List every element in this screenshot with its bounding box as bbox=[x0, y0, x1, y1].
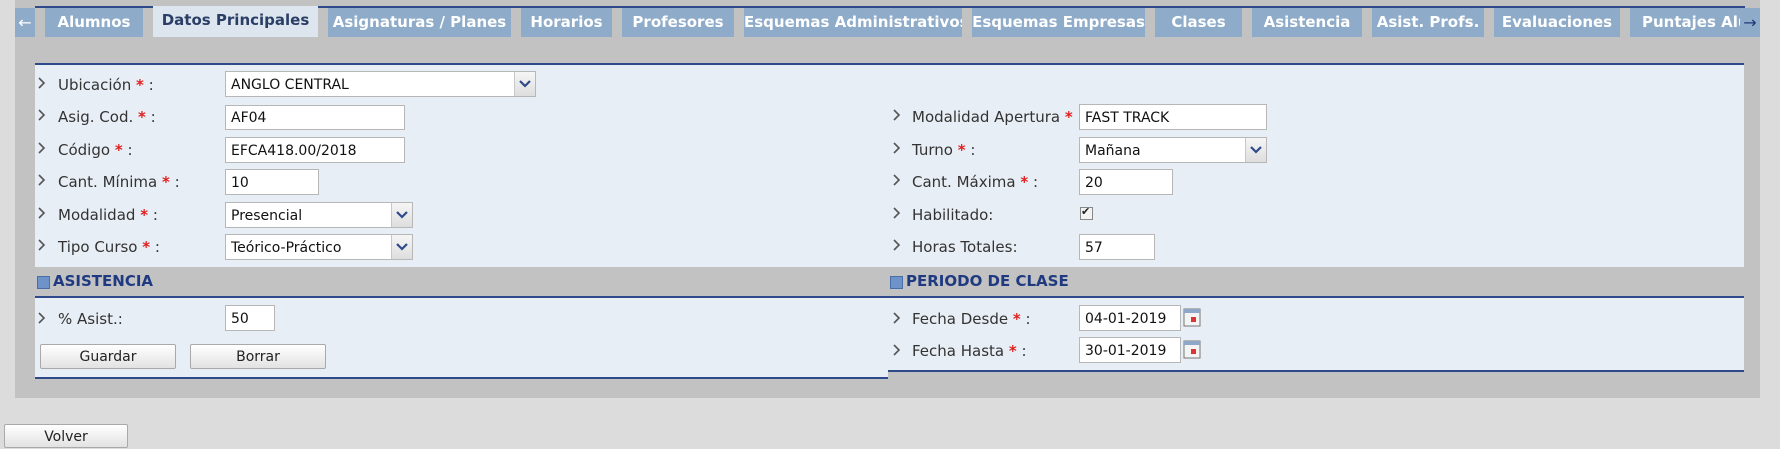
save-button[interactable]: Guardar bbox=[40, 344, 176, 369]
fecha-desde-label: Fecha Desde * : bbox=[912, 310, 1031, 328]
turno-select[interactable]: Mañana bbox=[1079, 137, 1267, 163]
tab-label: Profesores bbox=[632, 13, 724, 31]
pct-asist-input[interactable]: 50 bbox=[225, 305, 275, 331]
modalidad-select[interactable]: Presencial bbox=[225, 202, 413, 228]
delete-button[interactable]: Borrar bbox=[190, 344, 326, 369]
tab-esquemas-empresas[interactable]: Esquemas Empresas bbox=[972, 8, 1145, 37]
tipo-curso-select[interactable]: Teórico-Práctico bbox=[225, 234, 413, 260]
bullet-arrow-icon bbox=[38, 207, 46, 219]
bullet-arrow-icon bbox=[893, 312, 901, 324]
asig-cod-input[interactable]: AF04 bbox=[225, 105, 405, 130]
chevron-down-icon bbox=[396, 211, 408, 219]
habilitado-checkbox[interactable]: ✔ bbox=[1080, 205, 1093, 220]
tab-asignaturas-planes[interactable]: Asignaturas / Planes bbox=[328, 8, 511, 37]
bullet-arrow-icon bbox=[38, 312, 46, 324]
fecha-hasta-label: Fecha Hasta * : bbox=[912, 342, 1027, 360]
codigo-input[interactable]: EFCA418.00/2018 bbox=[225, 137, 405, 163]
tab-scroll-left-button[interactable]: ← bbox=[15, 8, 35, 37]
tab-label: Asist. Profs. bbox=[1376, 13, 1480, 31]
codigo-label: Código * : bbox=[58, 141, 133, 159]
back-button[interactable]: Volver bbox=[4, 424, 128, 448]
tab-evaluaciones[interactable]: Evaluaciones bbox=[1494, 8, 1620, 37]
tab-scroll-right-button[interactable]: → bbox=[1740, 8, 1760, 37]
cant-minima-input[interactable]: 10 bbox=[225, 169, 319, 195]
tab-label: Esquemas Administrativos bbox=[744, 13, 962, 31]
bullet-arrow-icon bbox=[38, 109, 46, 121]
bullet-arrow-icon bbox=[38, 77, 46, 89]
tab-clases[interactable]: Clases bbox=[1155, 8, 1242, 37]
tipo-curso-label: Tipo Curso * : bbox=[58, 238, 160, 256]
ubicacion-label: Ubicación * : bbox=[58, 76, 154, 94]
arrow-right-icon: → bbox=[1743, 13, 1757, 32]
bullet-arrow-icon bbox=[893, 239, 901, 251]
tab-label: Asistencia bbox=[1263, 13, 1351, 31]
tab-asistencia[interactable]: Asistencia bbox=[1252, 8, 1362, 37]
tab-label: Asignaturas / Planes bbox=[332, 13, 507, 31]
tab-label: Clases bbox=[1171, 13, 1226, 31]
tab-esquemas-administrativos[interactable]: Esquemas Administrativos bbox=[744, 8, 962, 37]
dropdown-button[interactable] bbox=[514, 72, 535, 96]
modalidad-apertura-input[interactable]: FAST TRACK bbox=[1079, 104, 1267, 130]
cant-maxima-label: Cant. Máxima * : bbox=[912, 173, 1039, 191]
section-expand-icon bbox=[37, 276, 50, 289]
chevron-down-icon bbox=[1250, 146, 1262, 154]
bullet-arrow-icon bbox=[893, 207, 901, 219]
arrow-left-icon: ← bbox=[18, 13, 32, 32]
bullet-arrow-icon bbox=[38, 174, 46, 186]
bullet-arrow-icon bbox=[893, 174, 901, 186]
tab-label: Alumnos bbox=[57, 13, 131, 31]
bullet-arrow-icon bbox=[38, 239, 46, 251]
modalidad-label: Modalidad * : bbox=[58, 206, 158, 224]
calendar-icon[interactable] bbox=[1183, 339, 1201, 360]
bullet-arrow-icon bbox=[893, 142, 901, 154]
ubicacion-select[interactable]: ANGLO CENTRAL bbox=[225, 71, 536, 97]
bullet-arrow-icon bbox=[893, 344, 901, 356]
habilitado-label: Habilitado: bbox=[912, 206, 994, 224]
asig-cod-label: Asig. Cod. * : bbox=[58, 108, 156, 126]
calendar-icon[interactable] bbox=[1183, 307, 1201, 328]
section-title: PERIODO DE CLASE bbox=[906, 272, 1069, 290]
tab-asist-profs[interactable]: Asist. Profs. bbox=[1372, 8, 1484, 37]
chevron-down-icon bbox=[396, 243, 408, 251]
pct-asist-label: % Asist.: bbox=[58, 310, 123, 328]
asistencia-section-header: ASISTENCIA bbox=[35, 267, 888, 298]
tab-bar: ← Alumnos Datos Principales Asignaturas … bbox=[15, 6, 1760, 37]
horas-totales-input[interactable]: 57 bbox=[1079, 234, 1155, 260]
tab-label: Datos Principales bbox=[161, 11, 310, 29]
section-title: ASISTENCIA bbox=[53, 272, 154, 290]
tab-datos-principales[interactable]: Datos Principales bbox=[153, 6, 318, 37]
fecha-hasta-input[interactable]: 30-01-2019 bbox=[1079, 337, 1181, 363]
tab-horarios[interactable]: Horarios bbox=[521, 8, 612, 37]
dropdown-button[interactable] bbox=[391, 203, 412, 227]
dropdown-button[interactable] bbox=[1245, 138, 1266, 162]
turno-label: Turno * : bbox=[912, 141, 976, 159]
checkmark-icon: ✔ bbox=[1081, 205, 1091, 218]
cant-minima-label: Cant. Mínima * : bbox=[58, 173, 180, 191]
tab-profesores[interactable]: Profesores bbox=[622, 8, 734, 37]
tab-alumnos[interactable]: Alumnos bbox=[45, 8, 143, 37]
bullet-arrow-icon bbox=[893, 109, 901, 121]
fecha-desde-input[interactable]: 04-01-2019 bbox=[1079, 305, 1181, 331]
dropdown-button[interactable] bbox=[391, 235, 412, 259]
horas-totales-label: Horas Totales: bbox=[912, 238, 1018, 256]
chevron-down-icon bbox=[519, 80, 531, 88]
tab-label: Esquemas Empresas bbox=[972, 13, 1145, 31]
tab-label: Horarios bbox=[530, 13, 603, 31]
cant-maxima-input[interactable]: 20 bbox=[1079, 169, 1173, 195]
section-expand-icon bbox=[890, 276, 903, 289]
tab-label: Evaluaciones bbox=[1501, 13, 1613, 31]
bullet-arrow-icon bbox=[38, 142, 46, 154]
modalidad-apertura-label: Modalidad Apertura * : bbox=[912, 108, 1083, 126]
periodo-section-header: PERIODO DE CLASE bbox=[888, 267, 1744, 298]
